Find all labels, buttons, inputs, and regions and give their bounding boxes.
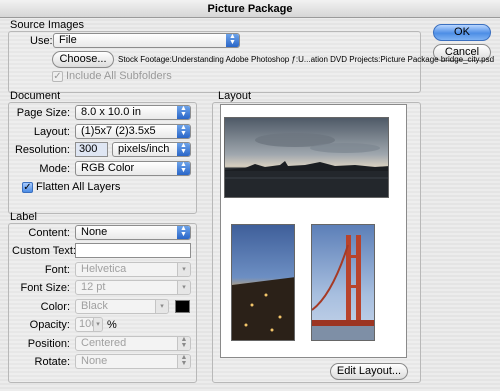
bridge-night-image — [232, 225, 294, 340]
photo-golden-gate — [311, 224, 375, 341]
chevron-down-icon: ▾ — [93, 318, 102, 331]
font-size-select[interactable]: 12 pt ▾ — [75, 280, 191, 295]
resolution-input[interactable]: 300 — [75, 142, 108, 157]
window-title: Picture Package — [0, 0, 500, 18]
font-label: Font: — [44, 264, 70, 276]
color-swatch[interactable] — [175, 300, 190, 313]
font-value: Helvetica — [81, 263, 127, 275]
font-size-label: Font Size: — [20, 282, 70, 294]
layout-panel-heading: Layout — [218, 90, 252, 102]
resolution-unit-select[interactable]: pixels/inch ▲ ▼ — [112, 142, 191, 157]
font-select[interactable]: Helvetica ▾ — [75, 262, 191, 277]
resolution-label: Resolution: — [14, 144, 70, 156]
opacity-select[interactable]: 100 ▾ — [75, 317, 103, 332]
choose-button[interactable]: Choose... — [52, 51, 114, 68]
label-heading: Label — [10, 211, 37, 223]
edit-layout-button[interactable]: Edit Layout... — [330, 363, 408, 380]
rotate-select[interactable]: None ▲ ▼ — [75, 354, 191, 369]
updown-arrows-icon: ▲ ▼ — [226, 34, 239, 47]
ok-button[interactable]: OK — [433, 24, 491, 41]
updown-arrows-icon: ▲ ▼ — [177, 355, 190, 368]
color-value: Black — [81, 300, 108, 312]
layout-preview — [220, 104, 407, 358]
rotate-label: Rotate: — [34, 356, 70, 368]
resolution-unit-value: pixels/inch — [118, 143, 170, 155]
page-size-label: Page Size: — [16, 107, 70, 119]
layout-value: (1)5x7 (2)3.5x5 — [81, 125, 156, 137]
chevron-down-icon: ▾ — [155, 300, 168, 313]
use-select-value: File — [59, 34, 77, 46]
updown-arrows-icon: ▲ ▼ — [177, 162, 190, 175]
page-size-value: 8.0 x 10.0 in — [81, 106, 141, 118]
layout-label: Layout: — [33, 126, 70, 138]
updown-arrows-icon: ▲ ▼ — [177, 125, 190, 138]
custom-text-label: Custom Text: — [12, 245, 76, 257]
color-select[interactable]: Black ▾ — [75, 299, 169, 314]
chevron-down-icon: ▾ — [177, 263, 190, 276]
dialog-body: OK Cancel Source Images Use: File ▲ ▼ Cho… — [0, 18, 500, 391]
use-select[interactable]: File ▲ ▼ — [53, 33, 240, 48]
flatten-layers-checkbox[interactable]: ✓ — [22, 182, 33, 193]
position-select[interactable]: Centered ▲ ▼ — [75, 336, 191, 351]
flatten-layers-label: Flatten All Layers — [36, 181, 121, 193]
position-value: Centered — [81, 337, 127, 349]
photo-city-skyline — [224, 117, 389, 198]
updown-arrows-icon: ▲ ▼ — [177, 337, 190, 350]
photo-bridge-night — [231, 224, 295, 341]
custom-text-input[interactable] — [75, 243, 191, 258]
updown-arrows-icon: ▲ ▼ — [177, 226, 190, 239]
mode-value: RGB Color — [81, 162, 135, 174]
content-label: Content: — [28, 227, 70, 239]
source-file-path: Stock Footage:Understanding Adobe Photos… — [118, 55, 495, 64]
updown-arrows-icon: ▲ ▼ — [177, 106, 190, 119]
mode-label: Mode: — [39, 163, 70, 175]
position-label: Position: — [27, 338, 70, 350]
opacity-unit: % — [107, 319, 117, 331]
source-images-heading: Source Images — [10, 19, 84, 31]
font-size-value: 12 pt — [81, 281, 106, 293]
chevron-down-icon: ▾ — [177, 281, 190, 294]
page-size-select[interactable]: 8.0 x 10.0 in ▲ ▼ — [75, 105, 191, 120]
use-label: Use: — [30, 35, 53, 47]
updown-arrows-icon: ▲ ▼ — [177, 143, 190, 156]
include-subfolders-label: Include All Subfolders — [66, 70, 172, 82]
mode-select[interactable]: RGB Color ▲ ▼ — [75, 161, 191, 176]
content-select[interactable]: None ▲ ▼ — [75, 225, 191, 240]
layout-select[interactable]: (1)5x7 (2)3.5x5 ▲ ▼ — [75, 124, 191, 139]
include-subfolders-checkbox[interactable]: ✓ — [52, 71, 63, 82]
opacity-label: Opacity: — [29, 319, 70, 331]
city-skyline-image — [225, 118, 388, 197]
document-heading: Document — [10, 90, 61, 102]
color-label: Color: — [40, 301, 70, 313]
rotate-value: None — [81, 355, 108, 367]
golden-gate-image — [312, 225, 374, 340]
content-value: None — [81, 226, 108, 238]
